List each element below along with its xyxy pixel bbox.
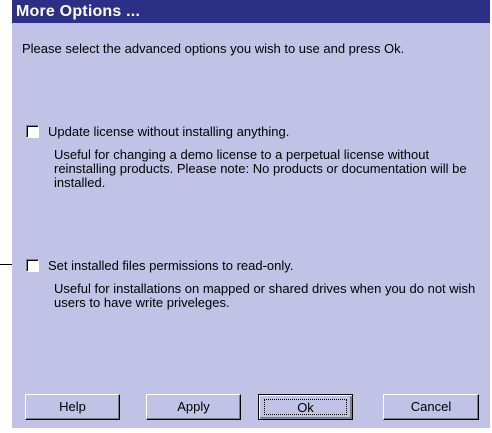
dialog-title: More Options ... [12,0,490,23]
cancel-button[interactable]: Cancel [383,394,479,420]
update-license-checkbox[interactable] [26,125,39,138]
more-options-dialog: More Options ... Please select the advan… [12,0,492,428]
read-only-checkbox[interactable] [26,259,39,272]
read-only-description: Useful for installations on mapped or sh… [54,281,476,310]
ok-button-label: Ok [264,399,347,415]
update-license-description: Useful for changing a demo license to a … [54,147,467,190]
update-license-label[interactable]: Update license without installing anythi… [48,124,289,139]
help-button[interactable]: Help [25,394,120,420]
intro-text: Please select the advanced options you w… [22,41,405,56]
read-only-label[interactable]: Set installed files permissions to read-… [48,258,293,273]
ok-button[interactable]: Ok [258,394,353,420]
apply-button[interactable]: Apply [146,394,241,420]
